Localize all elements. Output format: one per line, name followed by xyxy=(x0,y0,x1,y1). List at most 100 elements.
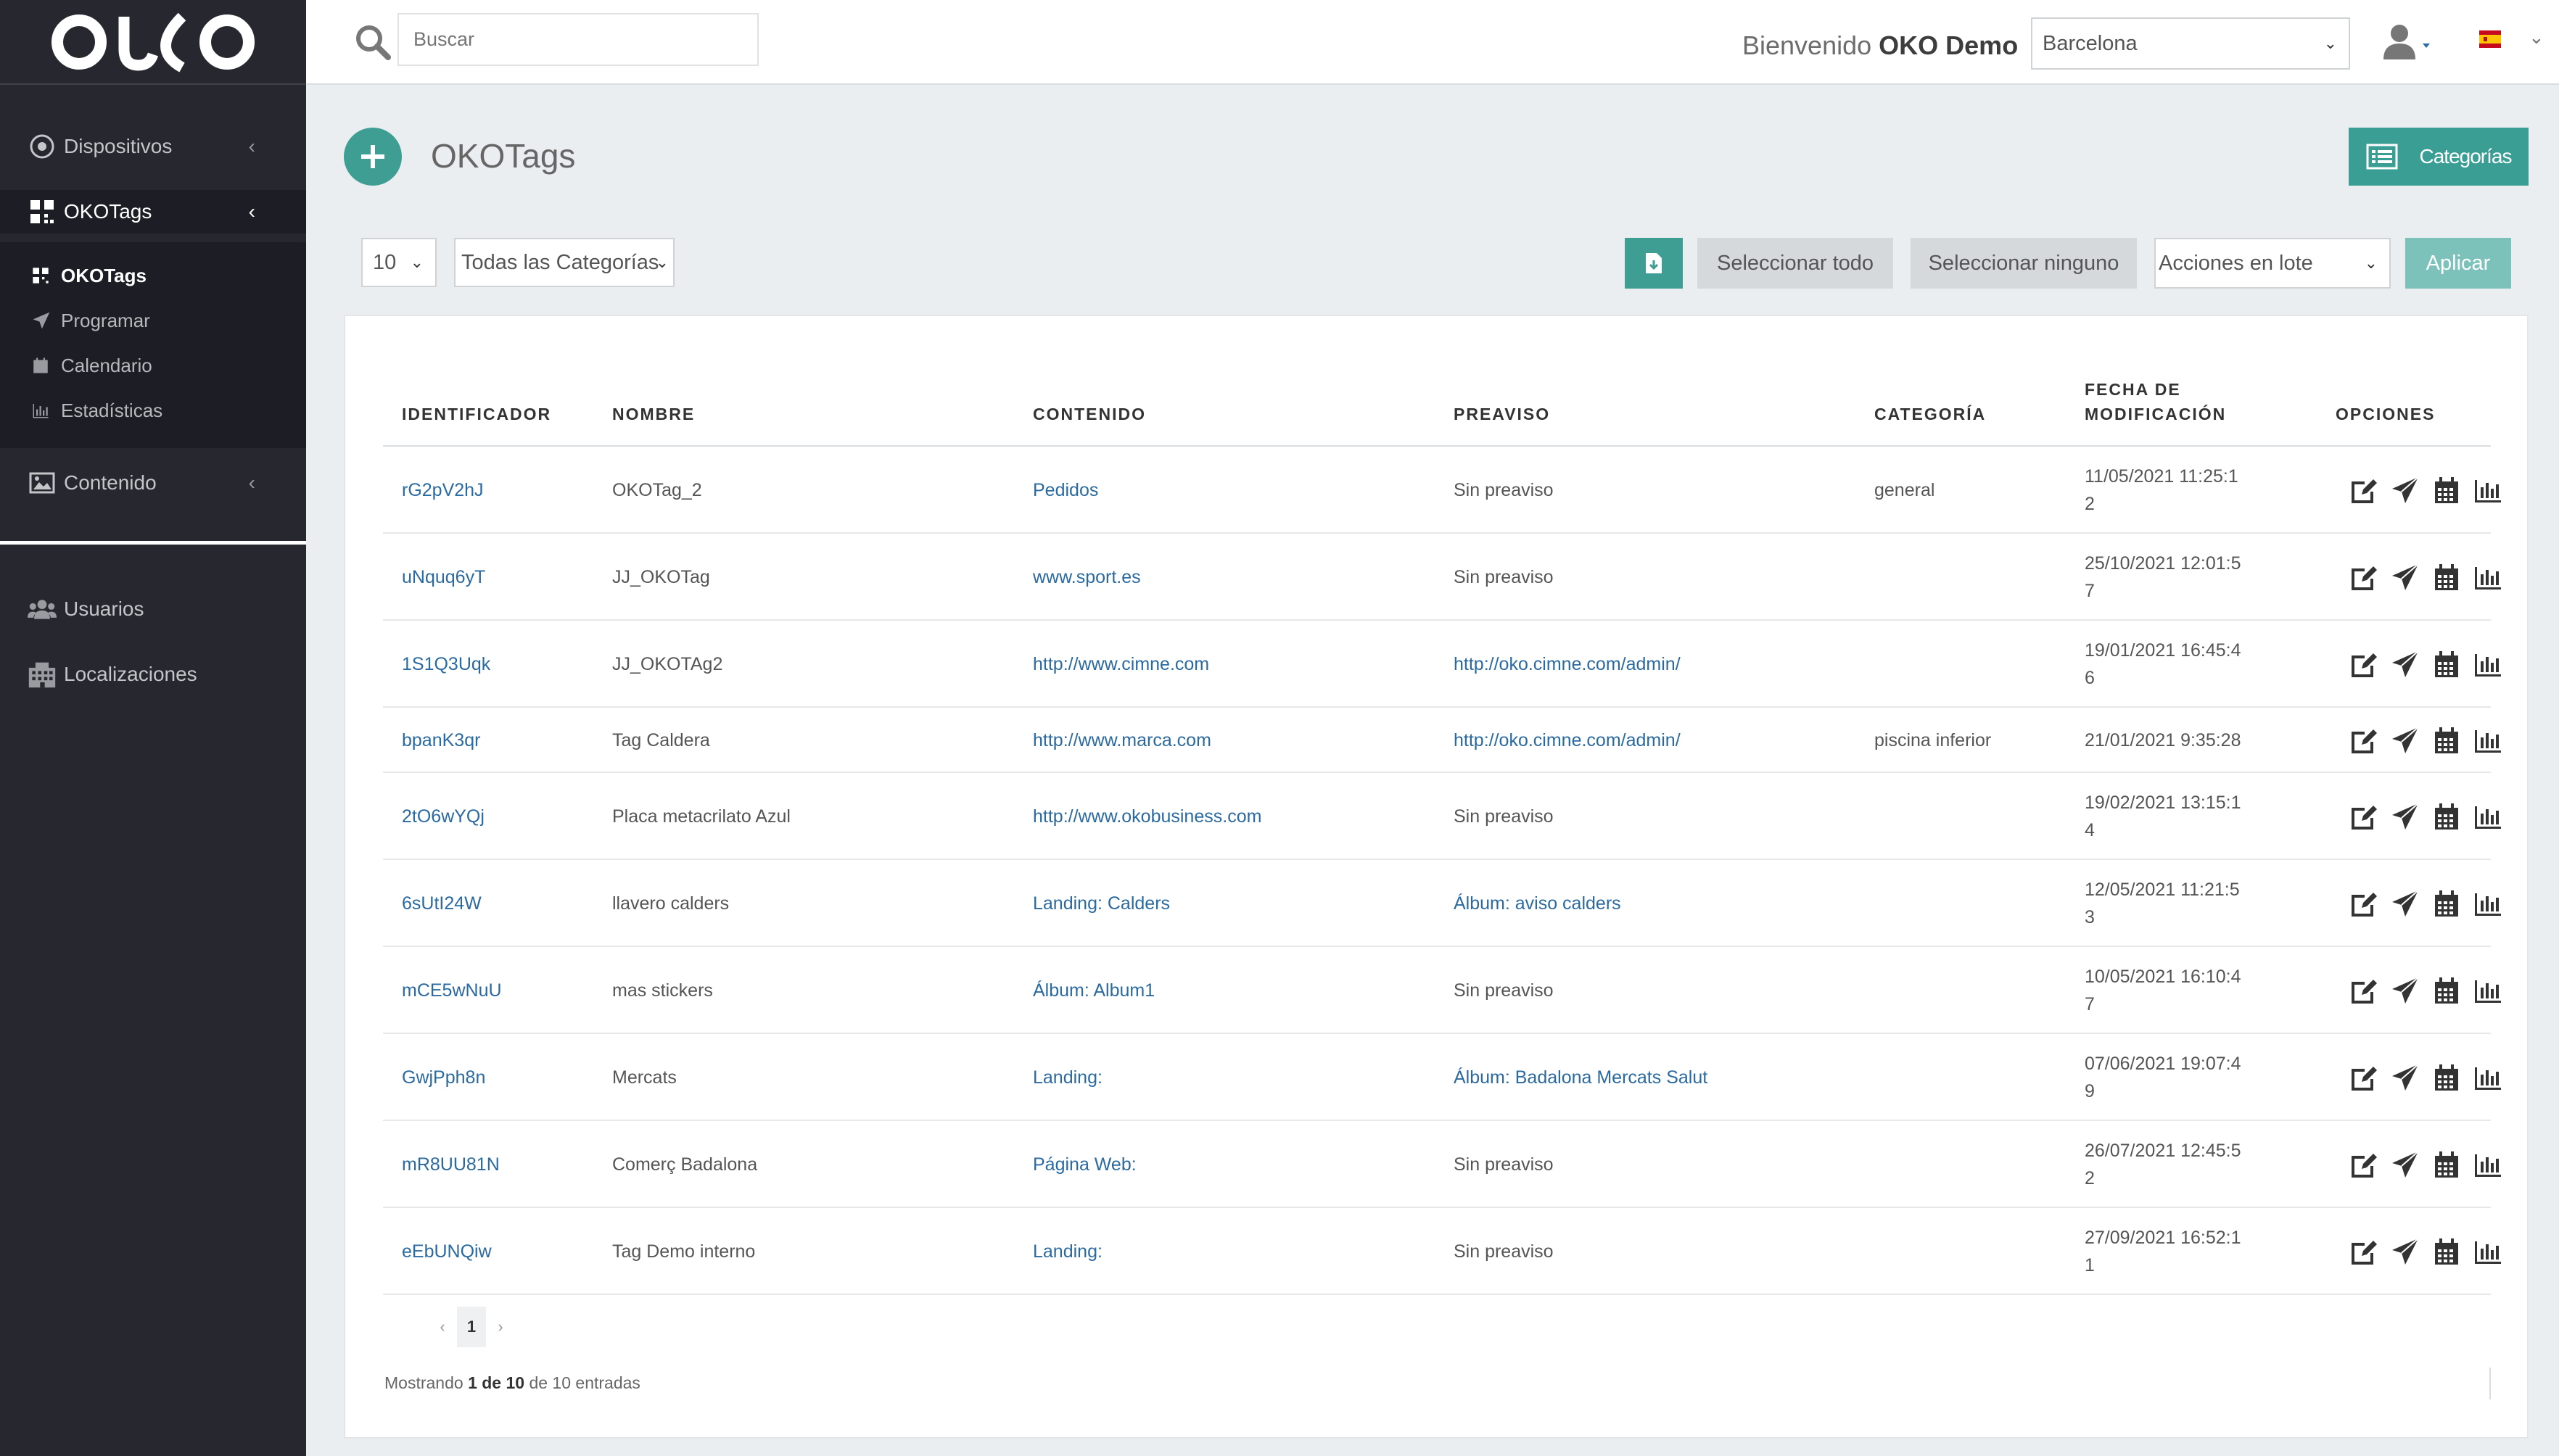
flag-es-icon[interactable] xyxy=(2479,30,2501,51)
edit-icon[interactable] xyxy=(2343,802,2384,831)
send-icon[interactable] xyxy=(2384,802,2426,831)
oko-logo[interactable] xyxy=(0,0,306,85)
search-input[interactable] xyxy=(397,13,759,66)
apply-button[interactable]: Aplicar xyxy=(2405,238,2511,289)
edit-icon[interactable] xyxy=(2343,889,2384,918)
send-icon[interactable] xyxy=(2384,650,2426,679)
pagination-prev-icon[interactable]: ‹ xyxy=(428,1307,457,1347)
select-none-button[interactable]: Seleccionar ninguno xyxy=(1911,238,2137,289)
cell-id[interactable]: 1S1Q3Uqk xyxy=(402,650,490,678)
pagination-next-icon[interactable]: › xyxy=(486,1307,515,1347)
cell-content[interactable]: http://www.okobusiness.com xyxy=(1033,803,1261,830)
stats-icon[interactable] xyxy=(2467,1150,2508,1179)
sidebar-subitem-okotags[interactable]: OKOTags xyxy=(0,253,306,298)
cell-content[interactable]: www.sport.es xyxy=(1033,563,1141,591)
stats-icon[interactable] xyxy=(2467,889,2508,918)
cell-content[interactable]: Pedidos xyxy=(1033,476,1098,504)
categories-button[interactable]: Categorías xyxy=(2349,128,2529,186)
sidebar-subitem-programar[interactable]: Programar xyxy=(0,298,306,343)
send-icon[interactable] xyxy=(2384,976,2426,1005)
calendar-icon[interactable] xyxy=(2426,889,2467,918)
send-icon[interactable] xyxy=(2384,1063,2426,1092)
cell-id[interactable]: rG2pV2hJ xyxy=(402,476,484,504)
sidebar-item-okotags[interactable]: OKOTags ‹ xyxy=(0,190,306,233)
cell-content[interactable]: Landing: xyxy=(1033,1238,1103,1265)
edit-icon[interactable] xyxy=(2343,650,2384,679)
cell-notice[interactable]: Álbum: Badalona Mercats Salut xyxy=(1454,1064,1707,1091)
stats-icon[interactable] xyxy=(2467,1063,2508,1092)
stats-icon[interactable] xyxy=(2467,1237,2508,1266)
language-chevron-icon[interactable]: ⌄ xyxy=(2529,26,2544,49)
col-header-content[interactable]: CONTENIDO xyxy=(1033,402,1146,426)
location-select[interactable]: Barcelona ⌄ xyxy=(2031,17,2350,70)
cell-id[interactable]: mCE5wNuU xyxy=(402,977,502,1004)
edit-icon[interactable] xyxy=(2343,563,2384,592)
sidebar-item-usuarios[interactable]: Usuarios xyxy=(0,587,306,631)
chevron-left-icon[interactable]: ‹ xyxy=(249,200,255,223)
search-icon[interactable] xyxy=(354,23,392,65)
add-okotag-button[interactable] xyxy=(344,128,402,186)
edit-icon[interactable] xyxy=(2343,976,2384,1005)
cell-id[interactable]: mR8UU81N xyxy=(402,1151,500,1178)
stats-icon[interactable] xyxy=(2467,476,2508,505)
calendar-icon[interactable] xyxy=(2426,1150,2467,1179)
category-filter-select[interactable]: Todas las Categorías ⌄ xyxy=(454,238,675,287)
cell-id[interactable]: 6sUtI24W xyxy=(402,890,482,917)
cell-id[interactable]: 2tO6wYQj xyxy=(402,803,485,830)
col-header-name[interactable]: NOMBRE xyxy=(612,402,695,426)
edit-icon[interactable] xyxy=(2343,1237,2384,1266)
calendar-icon[interactable] xyxy=(2426,976,2467,1005)
send-icon[interactable] xyxy=(2384,889,2426,918)
cell-id[interactable]: uNquq6yT xyxy=(402,563,485,591)
calendar-icon[interactable] xyxy=(2426,650,2467,679)
pagination-page[interactable]: 1 xyxy=(457,1307,486,1347)
export-button[interactable] xyxy=(1625,238,1683,289)
edit-icon[interactable] xyxy=(2343,726,2384,755)
stats-icon[interactable] xyxy=(2467,976,2508,1005)
col-header-category[interactable]: CATEGORÍA xyxy=(1874,402,1986,426)
calendar-icon[interactable] xyxy=(2426,1063,2467,1092)
sidebar-item-dispositivos[interactable]: Dispositivos ‹ xyxy=(0,125,306,168)
bulk-actions-select[interactable]: Acciones en lote ⌄ xyxy=(2154,238,2391,289)
cell-id[interactable]: eEbUNQiw xyxy=(402,1238,492,1265)
cell-id[interactable]: bpanK3qr xyxy=(402,727,480,754)
cell-notice[interactable]: http://oko.cimne.com/admin/ xyxy=(1454,727,1681,754)
send-icon[interactable] xyxy=(2384,1150,2426,1179)
sidebar-item-contenido[interactable]: Contenido ‹ xyxy=(0,461,306,505)
stats-icon[interactable] xyxy=(2467,802,2508,831)
cell-content[interactable]: Landing: xyxy=(1033,1064,1103,1091)
calendar-icon[interactable] xyxy=(2426,563,2467,592)
cell-notice[interactable]: Álbum: aviso calders xyxy=(1454,890,1621,917)
stats-icon[interactable] xyxy=(2467,650,2508,679)
cell-id[interactable]: GwjPph8n xyxy=(402,1064,485,1091)
calendar-icon[interactable] xyxy=(2426,726,2467,755)
send-icon[interactable] xyxy=(2384,476,2426,505)
select-all-button[interactable]: Seleccionar todo xyxy=(1697,238,1893,289)
edit-icon[interactable] xyxy=(2343,1150,2384,1179)
calendar-icon[interactable] xyxy=(2426,476,2467,505)
cell-content[interactable]: Landing: Calders xyxy=(1033,890,1170,917)
cell-notice[interactable]: http://oko.cimne.com/admin/ xyxy=(1454,650,1681,678)
col-header-id[interactable]: IDENTIFICADOR xyxy=(402,402,551,426)
edit-icon[interactable] xyxy=(2343,476,2384,505)
cell-content[interactable]: Página Web: xyxy=(1033,1151,1137,1178)
sidebar-subitem-estadisticas[interactable]: Estadísticas xyxy=(0,388,306,433)
send-icon[interactable] xyxy=(2384,563,2426,592)
col-header-date[interactable]: FECHA DE MODIFICACIÓN xyxy=(2085,377,2226,426)
cell-content[interactable]: http://www.marca.com xyxy=(1033,727,1211,754)
sidebar-subitem-calendario[interactable]: Calendario xyxy=(0,343,306,388)
cell-content[interactable]: Álbum: Album1 xyxy=(1033,977,1155,1004)
page-size-select[interactable]: 10 ⌄ xyxy=(361,238,437,287)
calendar-icon[interactable] xyxy=(2426,1237,2467,1266)
chevron-left-icon[interactable]: ‹ xyxy=(249,135,255,158)
user-icon[interactable] xyxy=(2382,22,2437,65)
cell-content[interactable]: http://www.cimne.com xyxy=(1033,650,1209,678)
stats-icon[interactable] xyxy=(2467,563,2508,592)
send-icon[interactable] xyxy=(2384,726,2426,755)
stats-icon[interactable] xyxy=(2467,726,2508,755)
calendar-icon[interactable] xyxy=(2426,802,2467,831)
chevron-left-icon[interactable]: ‹ xyxy=(249,471,255,495)
edit-icon[interactable] xyxy=(2343,1063,2384,1092)
col-header-notice[interactable]: PREAVISO xyxy=(1454,402,1550,426)
send-icon[interactable] xyxy=(2384,1237,2426,1266)
